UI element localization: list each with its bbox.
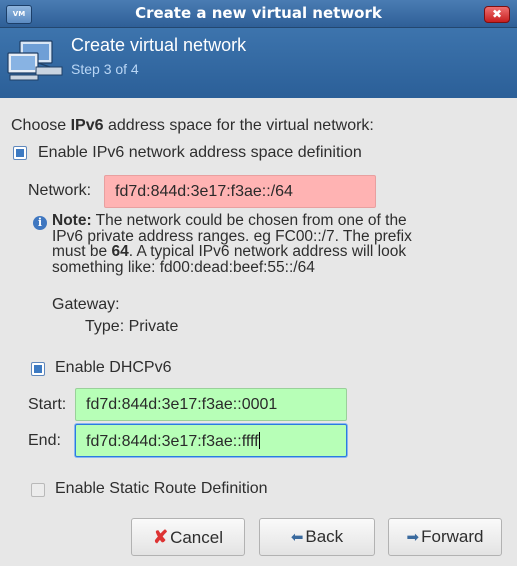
back-button[interactable]: ⬅ Back [259,518,375,556]
gateway-label: Gateway: [52,296,120,313]
note-line4: something like: fd00:dead:beef:55::/64 [52,258,315,276]
enable-ipv6-checkbox[interactable] [13,146,27,160]
back-arrow-icon: ⬅ [290,529,304,546]
cancel-button[interactable]: ✘ Cancel [131,518,245,556]
type-row: Type: Private [85,318,178,336]
dhcp-start-field[interactable]: fd7d:844d:3e17:f3ae::0001 [75,388,347,421]
cancel-label: Cancel [170,528,223,547]
forward-button[interactable]: ➡ Forward [388,518,502,556]
network-label: Network: [28,182,92,199]
text-caret [258,432,260,449]
enable-ipv6-label[interactable]: Enable IPv6 network address space defini… [38,144,362,162]
note-line2: IPv6 private address ranges. eg FC00::/7… [52,227,412,245]
forward-label: Forward [421,527,484,546]
banner-title: Create virtual network [71,35,247,55]
note-line3-prefix: must be [52,243,112,260]
type-label: Type: [85,318,125,335]
intro-suffix: address space for the virtual network: [103,117,374,134]
window-title: Create a new virtual network [135,4,382,22]
back-label: Back [305,527,344,546]
close-icon: ✖ [491,7,503,21]
forward-arrow-icon: ➡ [406,529,420,546]
window-title-bar[interactable]: VM Create a new virtual network ✖ [0,0,517,28]
wizard-banner: Create virtual network Step 3 of 4 [0,28,517,98]
enable-static-route-label[interactable]: Enable Static Route Definition [55,480,268,498]
enable-static-route-checkbox[interactable] [31,483,45,497]
note-text: Note: The network could be chosen from o… [52,213,492,275]
intro-bold: IPv6 [70,117,104,134]
cancel-x-icon: ✘ [152,527,169,547]
dhcp-start-value: fd7d:844d:3e17:f3ae::0001 [86,396,278,413]
note-bold: Note: [52,212,92,229]
note-line3-bold: 64 [111,243,129,260]
enable-dhcpv6-checkbox[interactable] [31,362,45,376]
intro-text: Choose IPv6 address space for the virtua… [11,117,374,135]
intro-prefix: Choose [11,117,71,134]
note-line1: The network could be chosen from one of … [91,212,407,229]
type-value: Private [128,318,179,335]
end-label: End: [28,432,61,449]
enable-dhcpv6-label[interactable]: Enable DHCPv6 [55,359,172,377]
start-label: Start: [28,396,67,413]
close-button[interactable]: ✖ [484,6,510,23]
banner-step: Step 3 of 4 [71,61,139,77]
network-field[interactable]: fd7d:844d:3e17:f3ae::/64 [104,175,376,208]
network-computers-icon [7,40,63,81]
dhcp-end-value: fd7d:844d:3e17:f3ae::ffff [86,433,259,450]
info-icon: i [33,216,47,230]
network-value: fd7d:844d:3e17:f3ae::/64 [115,183,293,200]
note-line3-suffix: . A typical IPv6 network address will lo… [128,243,407,260]
dhcp-end-field[interactable]: fd7d:844d:3e17:f3ae::ffff [75,424,347,457]
